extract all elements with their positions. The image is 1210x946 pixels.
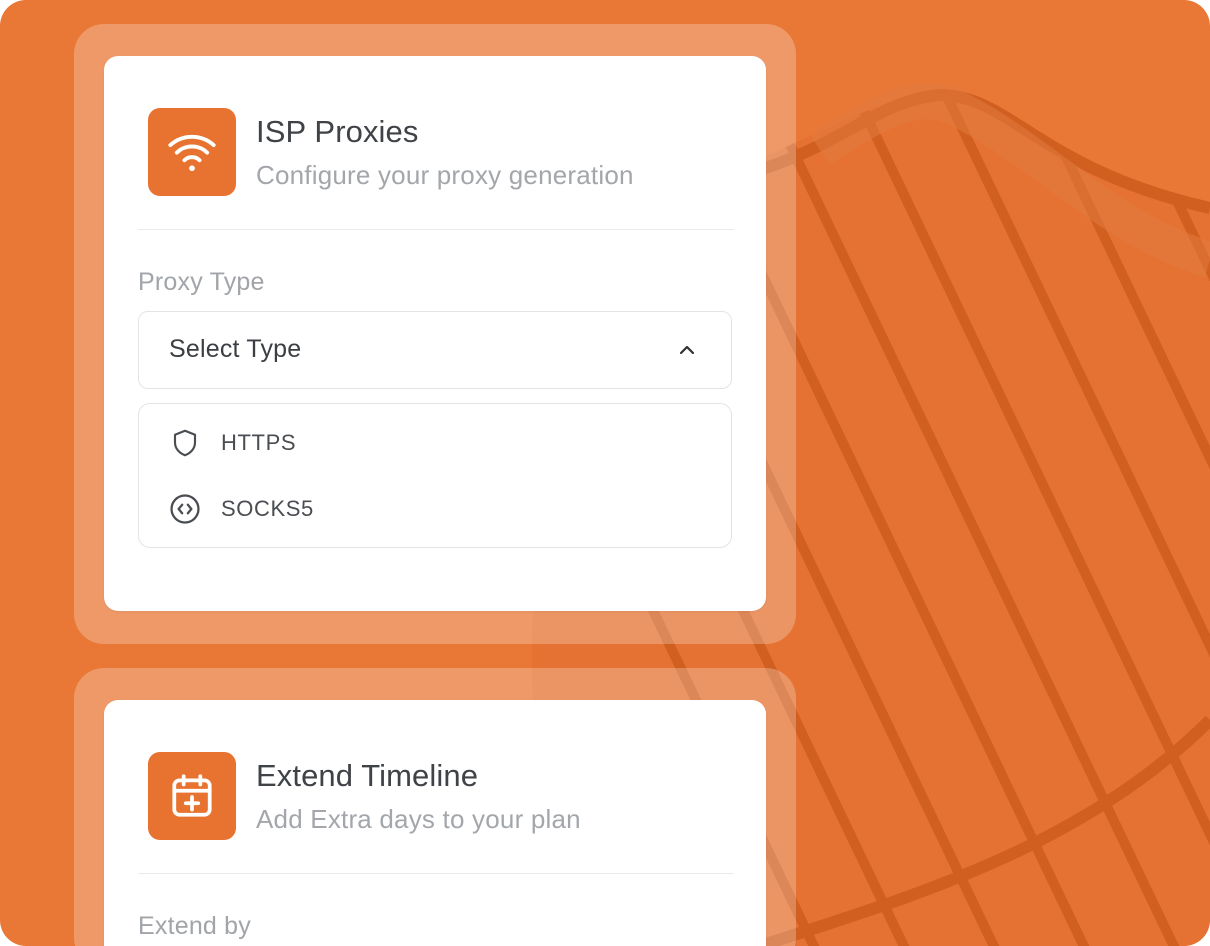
divider bbox=[138, 873, 734, 874]
option-label: SOCKS5 bbox=[221, 496, 314, 521]
calendar-plus-icon bbox=[172, 774, 212, 817]
option-label: HTTPS bbox=[221, 430, 297, 455]
divider bbox=[138, 229, 734, 230]
code-circle-icon bbox=[167, 491, 203, 527]
proxy-card: ISP Proxies Configure your proxy generat… bbox=[104, 56, 766, 611]
shield-icon bbox=[167, 425, 203, 461]
card-subtitle: Configure your proxy generation bbox=[256, 160, 634, 190]
extend-by-label: Extend by bbox=[138, 912, 251, 940]
wifi-icon bbox=[168, 134, 216, 172]
select-value: Select Type bbox=[169, 335, 302, 363]
calendar-icon-tile bbox=[148, 752, 236, 840]
timeline-card: Extend Timeline Add Extra days to your p… bbox=[104, 700, 766, 946]
card-title: Extend Timeline bbox=[256, 758, 479, 793]
card-title: ISP Proxies bbox=[256, 114, 419, 149]
wifi-icon-tile bbox=[148, 108, 236, 196]
proxy-type-dropdown: HTTPS SOCKS5 bbox=[138, 403, 732, 548]
proxy-type-label: Proxy Type bbox=[138, 268, 265, 296]
card-subtitle: Add Extra days to your plan bbox=[256, 804, 581, 834]
option-https[interactable]: HTTPS bbox=[167, 423, 296, 463]
proxy-type-select[interactable]: Select Type bbox=[138, 311, 732, 389]
app-frame: ISP Proxies Configure your proxy generat… bbox=[0, 0, 1210, 946]
chevron-up-icon bbox=[679, 345, 695, 355]
option-socks5[interactable]: SOCKS5 bbox=[167, 489, 314, 529]
